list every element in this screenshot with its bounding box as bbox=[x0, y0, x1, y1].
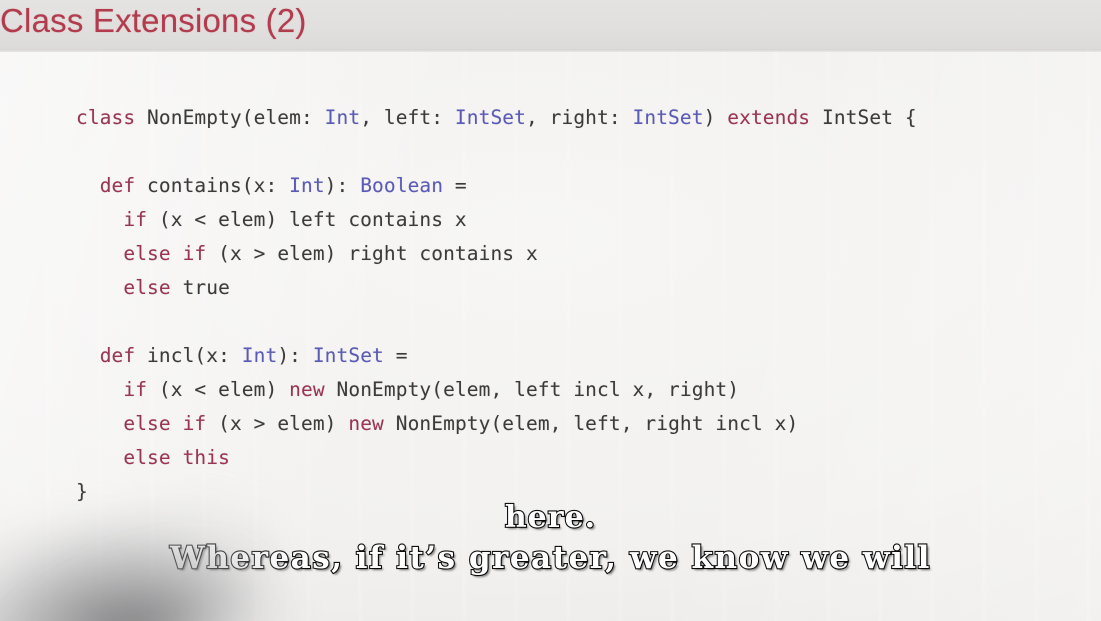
code-text: IntSet { bbox=[810, 106, 917, 129]
code-line: class NonEmpty(elem: Int, left: IntSet, … bbox=[76, 101, 917, 135]
code-text: ): bbox=[324, 174, 361, 197]
header-divider bbox=[0, 49, 1101, 52]
code-text: NonEmpty(elem, left incl x, right) bbox=[324, 378, 740, 401]
code-text: contains(x: bbox=[135, 174, 290, 197]
code-text: , left: bbox=[360, 106, 455, 129]
code-keyword: if bbox=[182, 412, 207, 435]
slide-screenshot: Class Extensions (2) class NonEmpty(elem… bbox=[0, 0, 1101, 621]
code-keyword: def bbox=[99, 174, 136, 197]
code-type: Int bbox=[324, 106, 361, 129]
code-type: IntSet bbox=[454, 106, 526, 129]
code-line: def contains(x: Int): Boolean = bbox=[76, 169, 917, 203]
code-line: else this bbox=[76, 441, 917, 475]
code-keyword: class bbox=[76, 106, 136, 129]
code-line: def incl(x: Int): IntSet = bbox=[76, 339, 917, 373]
code-line: } bbox=[76, 475, 917, 509]
code-line: else true bbox=[76, 271, 917, 305]
code-text: (x > elem) bbox=[206, 412, 349, 435]
code-text: NonEmpty(elem: bbox=[135, 106, 325, 129]
code-line: if (x < elem) new NonEmpty(elem, left in… bbox=[76, 373, 917, 407]
code-keyword: if bbox=[123, 378, 148, 401]
code-keyword: else bbox=[123, 412, 171, 435]
code-type: Int bbox=[241, 344, 278, 367]
code-line: else if (x > elem) right contains x bbox=[76, 237, 917, 271]
code-text: true bbox=[170, 276, 230, 299]
code-type: IntSet bbox=[632, 106, 704, 129]
code-text: = bbox=[443, 174, 467, 197]
code-text: = bbox=[383, 344, 408, 367]
code-keyword: if bbox=[123, 208, 148, 231]
code-keyword: else bbox=[123, 242, 171, 265]
code-line: if (x < elem) left contains x bbox=[76, 203, 917, 237]
code-text: } bbox=[76, 480, 88, 503]
code-text: (x < elem) bbox=[147, 378, 290, 401]
code-keyword: new bbox=[289, 378, 325, 401]
code-type: Int bbox=[289, 174, 325, 197]
code-text: ): bbox=[277, 344, 313, 367]
code-keyword: else bbox=[123, 276, 171, 299]
page-title: Class Extensions (2) bbox=[0, 2, 307, 39]
code-text: (x < elem) left contains x bbox=[147, 208, 467, 231]
code-keyword: else bbox=[123, 446, 171, 469]
code-text: NonEmpty(elem, left, right incl x) bbox=[383, 412, 799, 435]
code-text: incl(x: bbox=[135, 344, 242, 367]
code-listing: class NonEmpty(elem: Int, left: IntSet, … bbox=[76, 101, 917, 509]
code-text: ) bbox=[703, 106, 728, 129]
code-text: (x > elem) right contains x bbox=[206, 242, 538, 265]
code-text: , right: bbox=[525, 106, 633, 129]
code-keyword: def bbox=[99, 344, 136, 367]
code-type: Boolean bbox=[360, 174, 444, 197]
code-keyword: extends bbox=[727, 106, 811, 129]
code-type: IntSet bbox=[312, 344, 384, 367]
code-keyword: if bbox=[182, 242, 207, 265]
code-keyword: new bbox=[348, 412, 384, 435]
code-keyword: this bbox=[182, 446, 230, 469]
code-line: else if (x > elem) new NonEmpty(elem, le… bbox=[76, 407, 917, 441]
